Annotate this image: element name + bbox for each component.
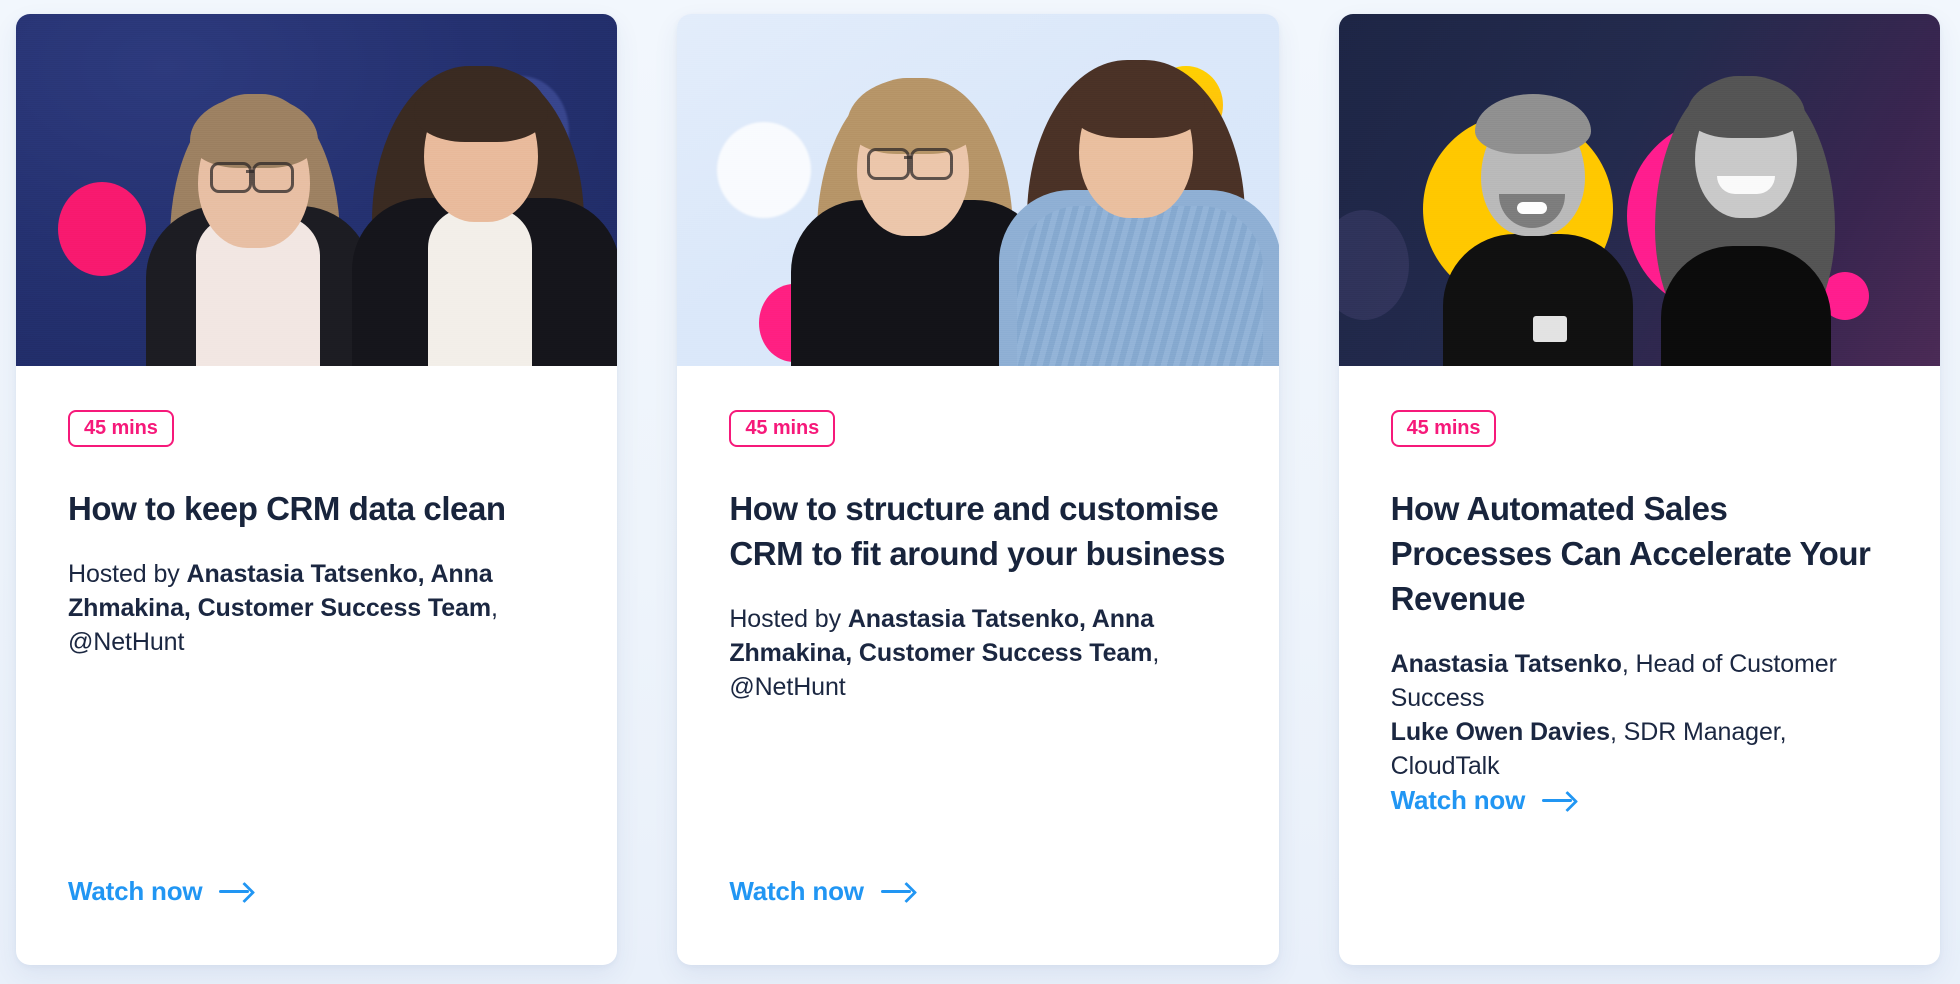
hosts-prefix: Hosted by: [68, 560, 187, 588]
duration-badge: 45 mins: [68, 410, 174, 447]
speaker-line: Anastasia Tatsenko, Head of Customer Suc…: [1391, 647, 1888, 715]
speaker-line: Luke Owen Davies, SDR Manager, CloudTalk: [1391, 715, 1888, 783]
arrow-right-icon: [1542, 790, 1576, 810]
card-body: 45 mins How Automated Sales Processes Ca…: [1339, 366, 1940, 965]
watch-now-link[interactable]: Watch now: [1391, 787, 1576, 813]
duration-badge: 45 mins: [729, 410, 836, 447]
card-title: How Automated Sales Processes Can Accele…: [1390, 490, 1871, 617]
arrow-right-icon: [880, 881, 915, 901]
photo-texture: [1338, 14, 1940, 366]
speaker-name: Anastasia Tatsenko: [1390, 650, 1622, 678]
cta-row: Watch now: [1391, 783, 1888, 874]
speaker-name: Luke Owen Davies: [1390, 718, 1610, 746]
hosts-prefix: Hosted by: [729, 605, 848, 633]
webinar-card[interactable]: 45 mins How to keep CRM data clean Hoste…: [16, 14, 618, 965]
card-title: How to keep CRM data clean: [68, 490, 506, 527]
photo-texture: [16, 14, 618, 366]
webinar-card-grid: 45 mins How to keep CRM data clean Hoste…: [0, 0, 1960, 984]
arrow-right-icon: [219, 881, 253, 901]
webinar-card[interactable]: 45 mins How to structure and customise C…: [677, 14, 1279, 965]
watch-now-link[interactable]: Watch now: [729, 878, 914, 904]
card-body: 45 mins How to keep CRM data clean Hoste…: [16, 366, 617, 965]
cta-row: Watch now: [729, 878, 1226, 965]
watch-now-label: Watch now: [729, 876, 864, 906]
card-hosts: Hosted by Anastasia Tatsenko, Anna Zhmak…: [729, 602, 1226, 704]
card-media: [1338, 14, 1940, 366]
watch-now-label: Watch now: [1390, 785, 1526, 815]
card-hosts: Hosted by Anastasia Tatsenko, Anna Zhmak…: [68, 557, 565, 659]
cta-row: Watch now: [68, 878, 565, 965]
watch-now-link[interactable]: Watch now: [68, 878, 253, 904]
watch-now-label: Watch now: [68, 876, 203, 906]
card-media: [16, 14, 618, 366]
webinar-card[interactable]: 45 mins How Automated Sales Processes Ca…: [1338, 14, 1940, 965]
card-media: [677, 14, 1279, 366]
photo-texture: [677, 14, 1279, 366]
duration-badge: 45 mins: [1390, 410, 1497, 447]
card-title: How to structure and customise CRM to fi…: [729, 490, 1226, 572]
card-body: 45 mins How to structure and customise C…: [677, 366, 1278, 965]
card-speakers: Anastasia Tatsenko, Head of Customer Suc…: [1391, 647, 1888, 783]
